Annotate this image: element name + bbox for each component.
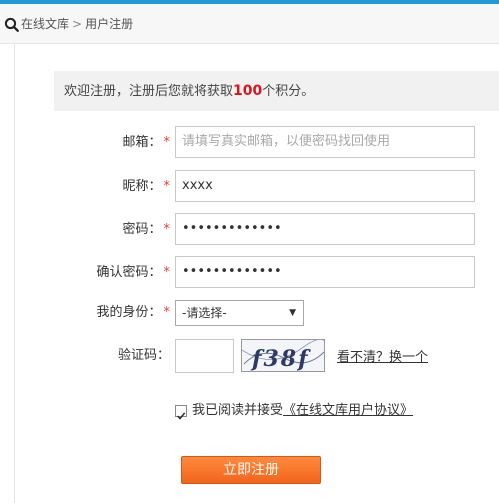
- notice-suffix: 个积分。: [262, 84, 315, 99]
- refresh-captcha-link[interactable]: 看不清？换一个: [337, 346, 428, 365]
- email-label: 邮箱： *: [122, 135, 171, 150]
- captcha-field[interactable]: [175, 339, 234, 373]
- email-field[interactable]: 请填写真实邮箱，以便密码找回使用: [175, 126, 475, 158]
- user-agreement-link[interactable]: 《在线文库用户协议》: [283, 403, 413, 418]
- required-mark: *: [163, 222, 171, 237]
- agreement-checkbox[interactable]: [175, 405, 187, 420]
- required-mark: *: [163, 265, 171, 280]
- identity-selected-value: -请选择-: [182, 306, 227, 320]
- welcome-notice: 欢迎注册，注册后您就将获取100个积分。: [54, 71, 499, 111]
- register-button[interactable]: 立即注册: [181, 456, 321, 484]
- confirm-password-field[interactable]: •••••••••••••: [175, 256, 475, 288]
- identity-label: 我的身份： *: [96, 305, 171, 320]
- nickname-field[interactable]: xxxx: [175, 170, 475, 202]
- captcha-text: f38f: [250, 346, 311, 372]
- password-field[interactable]: •••••••••••••: [175, 213, 475, 245]
- search-icon: [4, 17, 19, 32]
- breadcrumb: 在线文库 > 用户注册: [0, 4, 499, 44]
- identity-select[interactable]: -请选择- ▼: [175, 300, 304, 326]
- nickname-label: 昵称： *: [122, 179, 171, 194]
- dropdown-arrow-icon: ▼: [289, 308, 296, 318]
- notice-prefix: 欢迎注册，注册后您就将获取: [64, 84, 234, 99]
- breadcrumb-current: 用户注册: [85, 17, 134, 31]
- notice-points: 100: [233, 83, 263, 99]
- agreement-text: 我已阅读并接受《在线文库用户协议》: [192, 403, 414, 418]
- required-mark: *: [163, 179, 171, 194]
- captcha-image[interactable]: f38f: [241, 339, 325, 372]
- captcha-noise: f38f: [242, 340, 324, 372]
- required-mark: *: [163, 305, 171, 320]
- password-label: 密码： *: [122, 222, 171, 237]
- breadcrumb-separator: >: [72, 17, 83, 31]
- breadcrumb-site-link[interactable]: 在线文库: [21, 17, 69, 31]
- required-mark: *: [163, 135, 171, 150]
- confirm-password-label: 确认密码： *: [96, 265, 171, 280]
- captcha-label: 验证码：: [117, 348, 170, 363]
- checkmark-icon: [176, 412, 186, 420]
